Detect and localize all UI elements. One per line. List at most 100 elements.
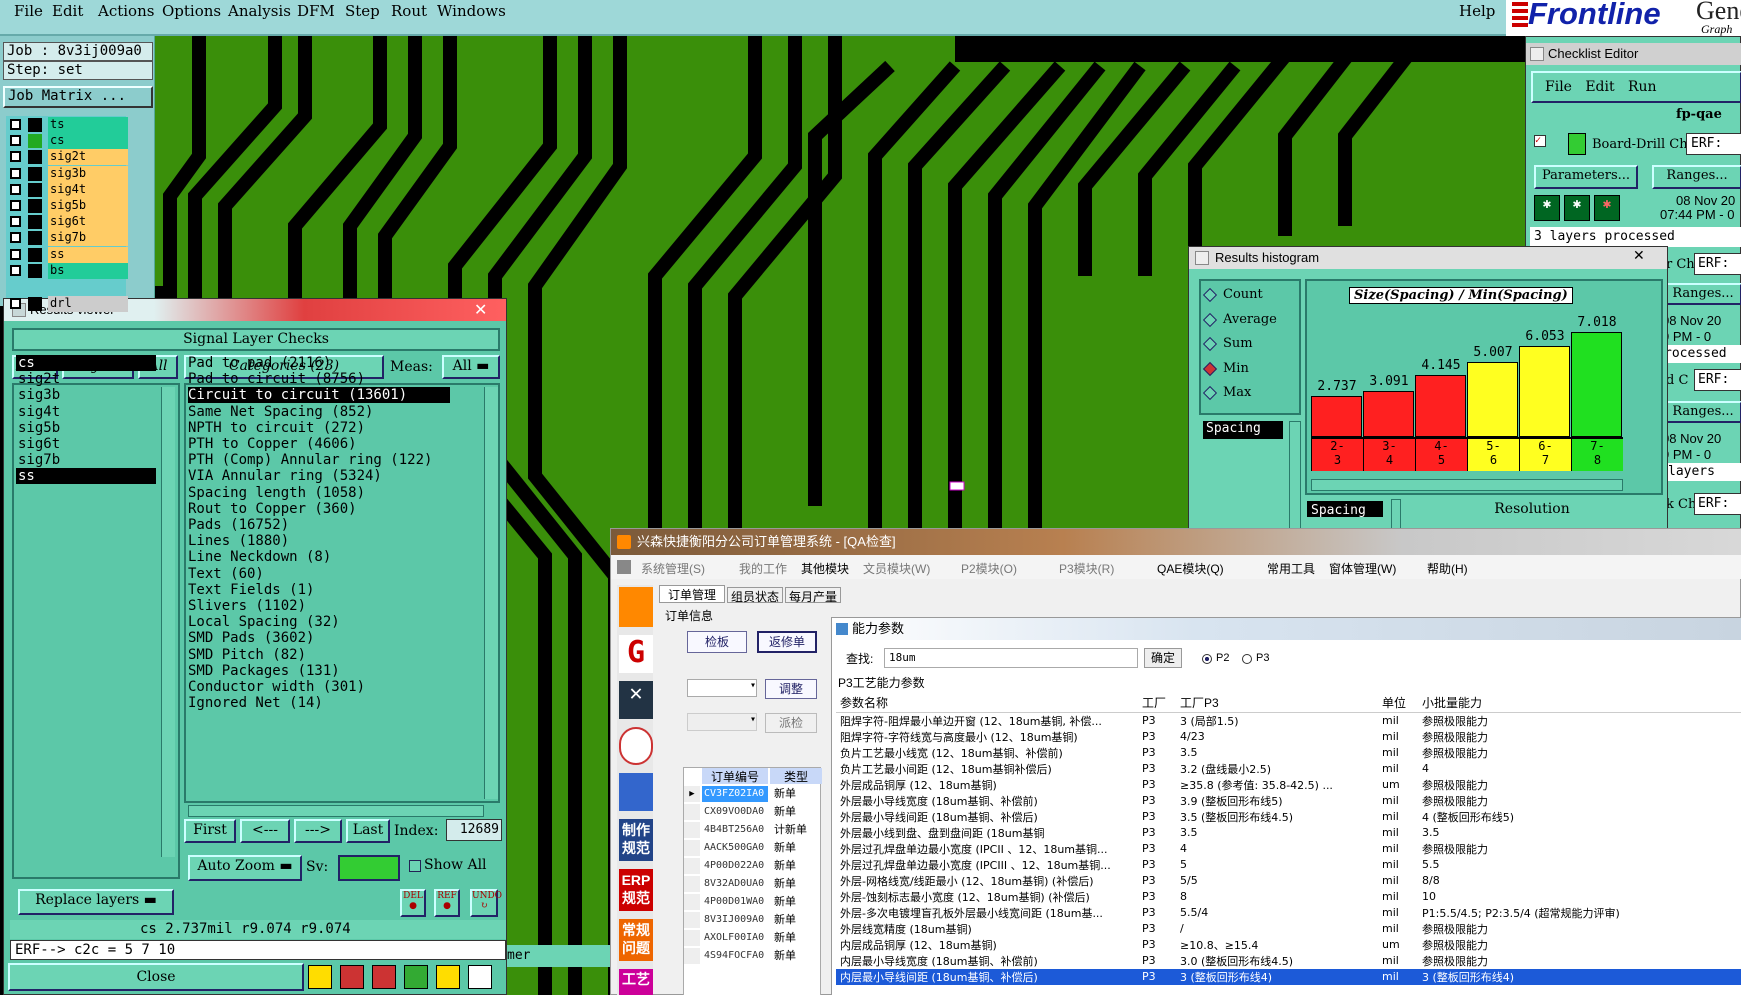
index-input[interactable]: 12689 <box>446 819 502 841</box>
list-scrollbar[interactable] <box>1289 421 1301 537</box>
menu-rout[interactable]: Rout <box>391 2 427 20</box>
rv-layer-item[interactable]: sig3b <box>16 387 156 403</box>
undo-button[interactable]: UNDO ↻ <box>470 889 502 917</box>
run-icon[interactable]: ✱ <box>1564 195 1590 221</box>
erf-field[interactable]: ERF: <box>1686 133 1741 155</box>
sv-select[interactable] <box>338 855 400 881</box>
item-checkbox[interactable]: ✓ <box>1534 135 1546 147</box>
erf-field[interactable]: ERF: <box>1694 369 1741 391</box>
dropdown-select[interactable]: ▾ <box>687 713 757 731</box>
category-item[interactable]: SMD Pitch (82) <box>188 647 306 663</box>
tools-icon[interactable]: ✕ <box>619 681 653 719</box>
rv-layer-item[interactable]: sig2t <box>16 371 156 387</box>
search-input[interactable]: 18um <box>884 648 1138 668</box>
chart-hscrollbar[interactable] <box>1311 479 1623 491</box>
report-icon[interactable] <box>436 965 460 989</box>
order-type[interactable]: 新单 <box>770 876 822 892</box>
category-item[interactable]: Slivers (1102) <box>188 598 306 614</box>
tab-order-management[interactable]: 订单管理 <box>659 585 725 603</box>
layer-checkbox[interactable] <box>10 119 21 130</box>
layer-row[interactable]: sig7b <box>6 230 128 247</box>
histogram-list-item[interactable]: Spacing <box>1203 421 1283 439</box>
table-row[interactable]: 阻焊字符-字符线宽与高度最小 (12、18um基铜) P3 4/23 mil 参照极限能… <box>836 729 1741 745</box>
erf-field[interactable]: ERF: <box>1694 493 1741 515</box>
job-matrix-button[interactable]: Job Matrix ... <box>3 86 153 108</box>
ranges-button[interactable]: Ranges... <box>1664 283 1741 305</box>
repair-order-button[interactable]: 返修单 <box>757 631 817 653</box>
category-item[interactable]: Pad to pad (2116) <box>188 355 331 371</box>
category-item[interactable]: PTH (Comp) Annular ring (122) <box>188 452 432 468</box>
table-row[interactable]: 外层过孔焊盘单边最小宽度 (IPCIII 、12、18um基铜... P3 5 mil… <box>836 857 1741 873</box>
menu-help[interactable]: Help <box>1459 2 1495 20</box>
layer-checkbox[interactable] <box>10 298 21 309</box>
order-type[interactable]: 新单 <box>770 948 822 964</box>
layer-checkbox[interactable] <box>10 232 21 244</box>
category-item[interactable]: Text Fields (1) <box>188 582 314 598</box>
order-type[interactable]: 新单 <box>770 786 822 802</box>
confirm-button[interactable]: 确定 <box>1144 648 1182 668</box>
prev-button[interactable]: <--- <box>240 819 290 843</box>
chart-icon[interactable] <box>619 727 653 765</box>
layer-row[interactable]: sig2t <box>6 149 128 166</box>
table-row[interactable]: 内层成品铜厚 (12、18um基铜) P3 ≥10.8、≥15.4 um 参照极限能力 <box>836 937 1741 953</box>
order-type[interactable]: 新单 <box>770 804 822 820</box>
category-item[interactable]: Rout to Copper (360) <box>188 501 357 517</box>
order-id[interactable]: 8V32AD0UA0 <box>702 876 768 892</box>
table-row[interactable]: 外层最小导线间距 (18um基铜、补偿后) P3 3.5 (整板回形布线4.5) mi… <box>836 809 1741 825</box>
menu-edit[interactable]: Edit <box>52 2 83 20</box>
ranges-button[interactable]: Ranges... <box>1664 401 1741 423</box>
category-item[interactable]: NPTH to circuit (272) <box>188 420 365 436</box>
process-button[interactable]: 工艺 <box>619 969 653 995</box>
order-type[interactable]: 新单 <box>770 912 822 928</box>
stat-option-label[interactable]: Average <box>1223 312 1277 327</box>
cn-menu-item[interactable]: 我的工作 <box>739 560 787 577</box>
stat-option-label[interactable]: Count <box>1223 287 1263 302</box>
category-item[interactable]: Line Neckdown (8) <box>188 549 331 565</box>
layer-checkbox[interactable] <box>10 264 21 276</box>
layer-row[interactable]: ts <box>6 117 128 133</box>
cn-menu-item[interactable]: 文员模块(W) <box>863 560 930 577</box>
cn-menu-item[interactable]: 窗体管理(W) <box>1329 560 1396 577</box>
rv-layer-item[interactable]: sig5b <box>16 420 156 436</box>
rv-layer-item[interactable]: sig7b <box>16 452 156 468</box>
cn-menu-item[interactable]: P3模块(R) <box>1059 560 1114 577</box>
table-row[interactable]: 外层成品铜厚 (12、18um基铜) P3 ≥35.8 (参考值: 35.8-42.… <box>836 777 1741 793</box>
menu-file[interactable]: File <box>14 2 43 20</box>
category-item[interactable]: Same Net Spacing (852) <box>188 404 373 420</box>
probe-icon[interactable] <box>308 965 332 989</box>
category-item[interactable]: PTH to Copper (4606) <box>188 436 357 452</box>
replace-layers-select[interactable]: Replace layers ▬ <box>18 889 174 915</box>
layer-checkbox[interactable] <box>10 183 21 195</box>
tab-member-status[interactable]: 组员状态 <box>727 587 783 604</box>
order-id[interactable]: CX09VO0DA0 <box>702 804 768 820</box>
categories-scrollbar[interactable] <box>484 387 498 799</box>
auto-zoom-select[interactable]: Auto Zoom ▬ <box>188 855 302 881</box>
order-id[interactable]: AACK500GA0 <box>702 840 768 856</box>
table-row[interactable]: 外层-网格线宽/线距最小 (12、18um基铜) (补偿后) P3 5/5 mil 8/… <box>836 873 1741 889</box>
categories-hscrollbar[interactable] <box>188 805 484 817</box>
category-item[interactable]: Text (60) <box>188 566 264 582</box>
expand-icon[interactable] <box>619 587 653 627</box>
category-item[interactable]: Lines (1880) <box>188 533 289 549</box>
check-icon[interactable] <box>404 965 428 989</box>
meas-select[interactable]: All ▬ <box>442 355 500 379</box>
stat-option-label[interactable]: Sum <box>1223 336 1253 351</box>
order-type[interactable]: 新单 <box>770 894 822 910</box>
layer-row[interactable]: sig6t <box>6 214 128 231</box>
category-item[interactable]: SMD Packages (131) <box>188 663 340 679</box>
next-button[interactable]: ---> <box>294 819 342 843</box>
ranges-button[interactable]: Ranges... <box>1652 165 1741 189</box>
order-id[interactable]: CV3FZ02IA0 <box>702 786 768 802</box>
cn-menu-item[interactable]: P2模块(O) <box>961 560 1017 577</box>
menu-dfm[interactable]: DFM <box>297 2 335 20</box>
ce-menu-run[interactable]: Run <box>1628 79 1657 95</box>
menu-windows[interactable]: Windows <box>437 2 506 20</box>
category-item[interactable]: Conductor width (301) <box>188 679 365 695</box>
layer-checkbox[interactable] <box>10 167 21 179</box>
dropdown-select[interactable]: ▾ <box>687 679 757 697</box>
table-row[interactable]: 阻焊字符-阻焊最小单边开窗 (12、18um基铜, 补偿... P3 3 (局部1.… <box>836 712 1741 729</box>
close-icon[interactable]: ✕ <box>474 300 487 320</box>
category-item[interactable]: SMD Pads (3602) <box>188 630 314 646</box>
table-row[interactable]: 内层最小导线间距 (18um基铜、补偿后) P3 3 (整板回形布线4) mil 3 (… <box>836 968 1741 985</box>
table-row[interactable]: 外层-蚀刻标志最小宽度 (12、18um基铜) (补偿后) P3 8 mil 10 <box>836 889 1741 905</box>
